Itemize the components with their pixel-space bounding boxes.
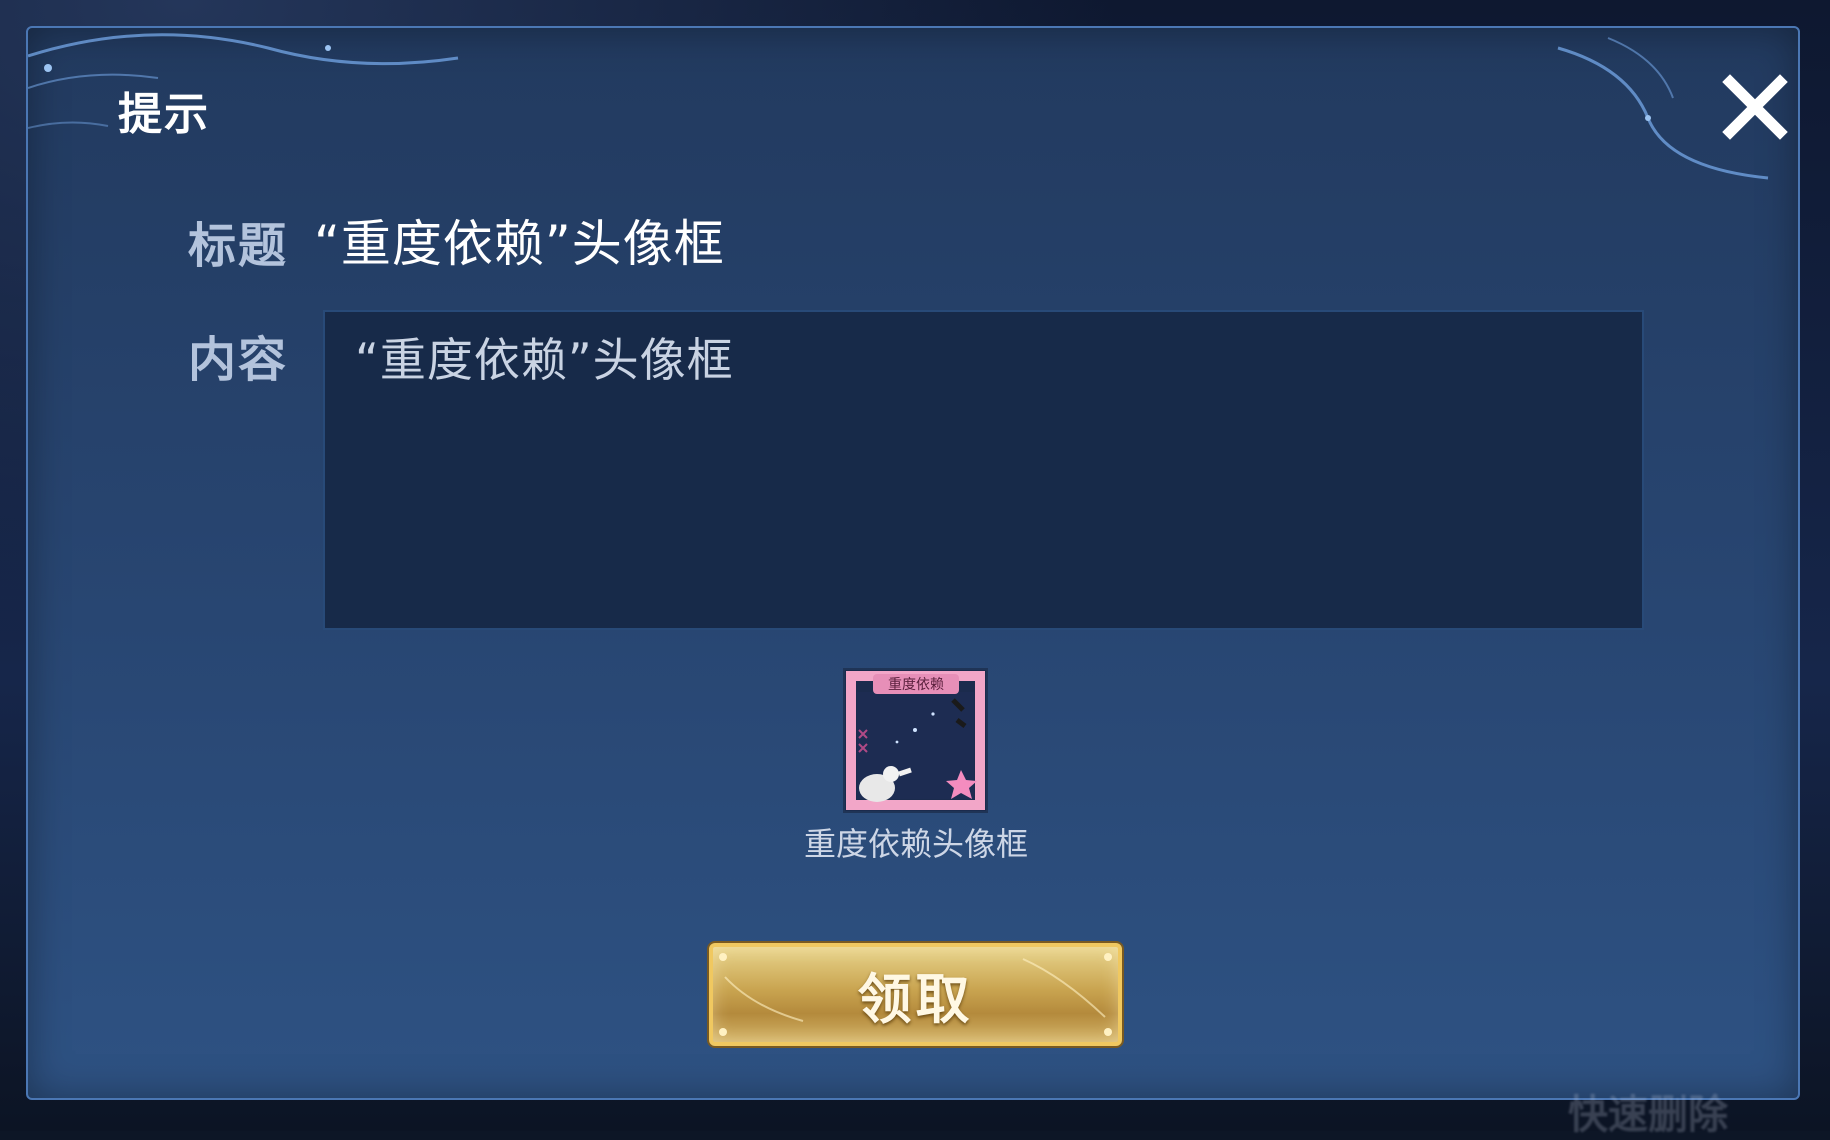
reward-item[interactable]: 重度依赖 xyxy=(843,668,988,813)
frame-badge-text: 重度依赖 xyxy=(888,677,944,693)
avatar-frame-icon: 重度依赖 xyxy=(845,670,986,811)
claim-button[interactable]: 领取 xyxy=(709,943,1122,1046)
corner-ornament-left xyxy=(28,33,459,129)
close-button[interactable] xyxy=(1720,72,1790,142)
title-label: 标题 xyxy=(188,218,289,274)
content-box: “重度依赖”头像框 xyxy=(323,310,1644,630)
close-icon xyxy=(1722,74,1788,140)
mail-dialog: 提示 标题 “重度依赖”头像框 内容 “重度依赖”头像框 重度依赖 重度依赖头像… xyxy=(26,26,1800,1100)
reward-item-name: 重度依赖头像框 xyxy=(803,825,1028,863)
dialog-title: 提示 xyxy=(118,89,210,140)
claim-button-label: 领取 xyxy=(857,968,974,1031)
content-label: 内容 xyxy=(188,332,289,388)
mail-title: “重度依赖”头像框 xyxy=(314,215,725,273)
watermark: 快速删除 xyxy=(1568,1092,1728,1138)
mail-content: “重度依赖”头像框 xyxy=(355,333,734,387)
